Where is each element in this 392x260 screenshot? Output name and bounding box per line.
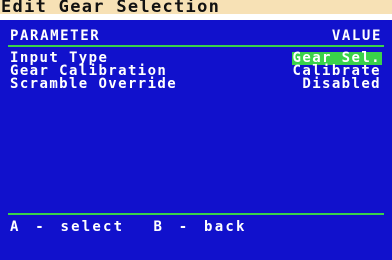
value-column-header: VALUE bbox=[331, 28, 382, 44]
button-hint: A - select B - back bbox=[10, 219, 247, 235]
parameter-column-header: PARAMETER bbox=[10, 28, 101, 44]
page-title: Edit Gear Selection bbox=[1, 0, 221, 17]
gear-selection-screen: Edit Gear Selection PARAMETER VALUE Inpu… bbox=[0, 0, 392, 260]
header-divider bbox=[8, 45, 384, 47]
parameter-list: Input Type Gear Sel. Gear Calibration Ca… bbox=[0, 51, 392, 92]
parameter-label: Scramble Override bbox=[10, 76, 178, 92]
footer-divider bbox=[8, 213, 384, 215]
title-bar: Edit Gear Selection bbox=[0, 0, 392, 20]
parameter-row-scramble-override[interactable]: Scramble Override Disabled bbox=[0, 76, 392, 92]
parameter-value[interactable]: Disabled bbox=[301, 77, 382, 91]
table-header: PARAMETER VALUE bbox=[0, 26, 392, 46]
